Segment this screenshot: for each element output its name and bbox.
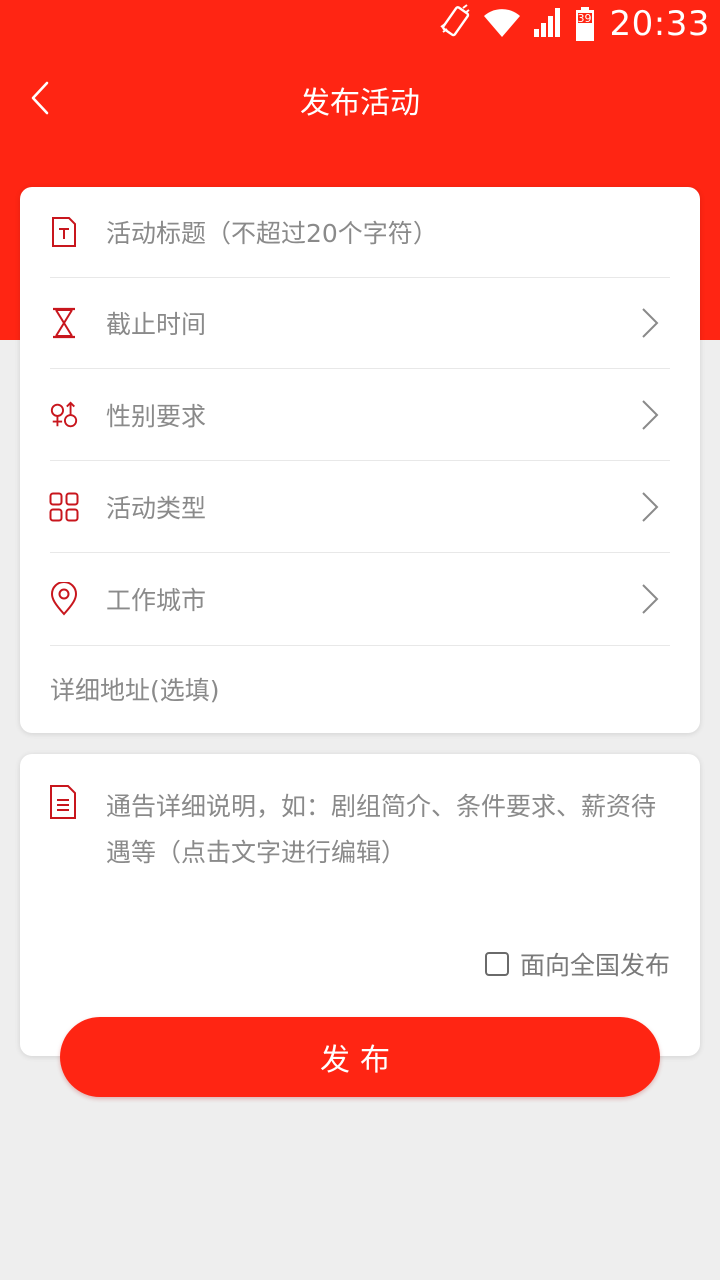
gender-icon: [49, 398, 79, 432]
vibrate-icon: [438, 3, 472, 45]
location-pin-icon: [49, 582, 79, 616]
chevron-right-icon: [638, 582, 662, 616]
text-icon: [49, 215, 79, 249]
wifi-icon: [482, 5, 522, 43]
gender-label: 性别要求: [106, 401, 207, 431]
address-field[interactable]: 详细地址(选填): [50, 646, 670, 733]
deadline-label: 截止时间: [106, 310, 207, 339]
activity-form-card: 活动标题（不超过20个字符） 截止时间 性别要求 活动类型 工作城市 详细地址(…: [20, 187, 700, 733]
description-card: 通告详细说明，如：剧组简介、条件要求、薪资待遇等（点击文字进行编辑） 面向全国发…: [20, 754, 700, 1056]
nationwide-option[interactable]: 面向全国发布: [484, 946, 670, 982]
city-field[interactable]: 工作城市: [50, 553, 670, 646]
publish-button[interactable]: 发布: [60, 1017, 660, 1097]
chevron-right-icon: [638, 306, 662, 340]
title-field[interactable]: 活动标题（不超过20个字符）: [50, 187, 670, 278]
hourglass-icon: [49, 306, 79, 340]
title-placeholder: 活动标题（不超过20个字符）: [106, 219, 438, 248]
grid-icon: [49, 490, 79, 524]
type-label: 活动类型: [106, 493, 207, 523]
document-icon: [48, 784, 78, 824]
deadline-field[interactable]: 截止时间: [50, 278, 670, 369]
city-label: 工作城市: [106, 586, 207, 615]
type-field[interactable]: 活动类型: [49, 461, 670, 553]
nationwide-checkbox[interactable]: [484, 952, 509, 976]
status-time: 20:33: [609, 4, 710, 44]
page-title: 发布活动: [300, 86, 420, 121]
gender-field[interactable]: 性别要求: [50, 369, 670, 461]
status-icons: 39 20:33: [438, 4, 710, 44]
battery-level: 39: [577, 12, 592, 25]
battery-icon: 39: [574, 6, 596, 42]
description-input[interactable]: 通告详细说明，如：剧组简介、条件要求、薪资待遇等（点击文字进行编辑）: [106, 784, 676, 876]
status-bar: 39 20:33: [0, 0, 720, 48]
nationwide-label: 面向全国发布: [519, 951, 670, 980]
signal-icon: [532, 5, 564, 43]
address-placeholder: 详细地址(选填): [50, 675, 220, 705]
chevron-right-icon: [638, 490, 662, 524]
app-header: 发布活动: [0, 60, 720, 140]
chevron-right-icon: [638, 398, 662, 432]
